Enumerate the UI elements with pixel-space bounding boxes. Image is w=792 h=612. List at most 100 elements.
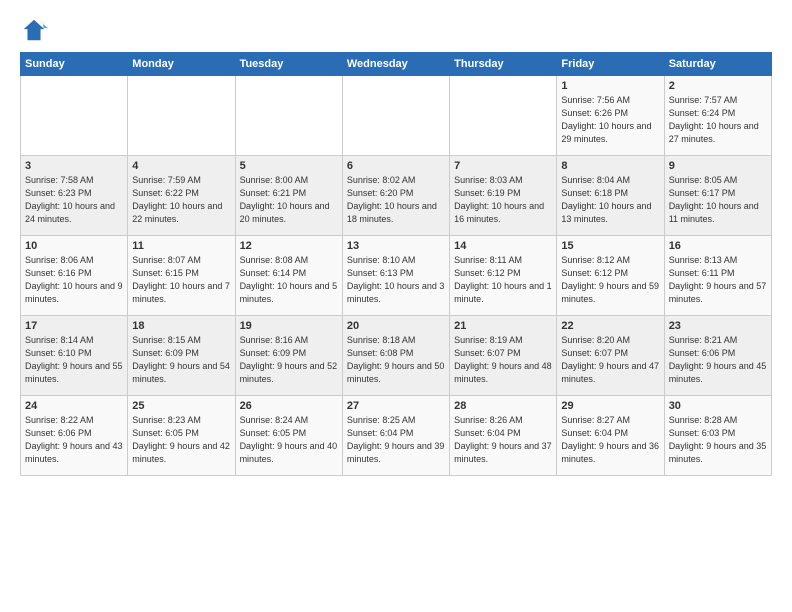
page: SundayMondayTuesdayWednesdayThursdayFrid… xyxy=(0,0,792,612)
day-number: 30 xyxy=(669,400,767,412)
calendar-cell xyxy=(450,76,557,156)
calendar-cell: 30Sunrise: 8:28 AM Sunset: 6:03 PM Dayli… xyxy=(664,396,771,476)
calendar-week: 24 Sunrise: 8:22 AM Sunset: 6:06 PM Dayli… xyxy=(21,396,772,476)
weekday-row: SundayMondayTuesdayWednesdayThursdayFrid… xyxy=(21,53,772,76)
day-number: 13 xyxy=(347,240,445,252)
calendar-cell: 14 Sunrise: 8:11 AM Sunset: 6:12 PM Dayli… xyxy=(450,236,557,316)
day-number: 19 xyxy=(240,320,338,332)
day-detail: Sunrise: 8:25 AM Sunset: 6:04 PM Dayligh… xyxy=(347,414,445,466)
day-detail: Sunrise: 8:05 AM Sunset: 6:17 PM Dayligh… xyxy=(669,174,767,226)
day-number: 15 xyxy=(561,240,659,252)
day-detail: Sunrise: 8:18 AM Sunset: 6:08 PM Dayligh… xyxy=(347,334,445,386)
day-detail: Sunrise: 8:11 AM Sunset: 6:12 PM Dayligh… xyxy=(454,254,552,306)
calendar-cell xyxy=(128,76,235,156)
calendar-cell: 25 Sunrise: 8:23 AM Sunset: 6:05 PM Dayli… xyxy=(128,396,235,476)
calendar-cell: 22Sunrise: 8:20 AM Sunset: 6:07 PM Dayli… xyxy=(557,316,664,396)
day-number: 28 xyxy=(454,400,552,412)
calendar-cell: 4 Sunrise: 7:59 AM Sunset: 6:22 PM Daylig… xyxy=(128,156,235,236)
weekday-header: Friday xyxy=(557,53,664,76)
day-detail: Sunrise: 8:24 AM Sunset: 6:05 PM Dayligh… xyxy=(240,414,338,466)
day-detail: Sunrise: 8:02 AM Sunset: 6:20 PM Dayligh… xyxy=(347,174,445,226)
calendar-cell: 29Sunrise: 8:27 AM Sunset: 6:04 PM Dayli… xyxy=(557,396,664,476)
day-detail: Sunrise: 8:21 AM Sunset: 6:06 PM Dayligh… xyxy=(669,334,767,386)
day-detail: Sunrise: 8:12 AM Sunset: 6:12 PM Dayligh… xyxy=(561,254,659,306)
weekday-header: Thursday xyxy=(450,53,557,76)
weekday-header: Sunday xyxy=(21,53,128,76)
calendar-cell: 27Sunrise: 8:25 AM Sunset: 6:04 PM Dayli… xyxy=(342,396,449,476)
calendar-cell: 9 Sunrise: 8:05 AM Sunset: 6:17 PM Daylig… xyxy=(664,156,771,236)
calendar-cell: 8 Sunrise: 8:04 AM Sunset: 6:18 PM Daylig… xyxy=(557,156,664,236)
day-number: 29 xyxy=(561,400,659,412)
calendar-cell: 2Sunrise: 7:57 AM Sunset: 6:24 PM Daylig… xyxy=(664,76,771,156)
day-number: 22 xyxy=(561,320,659,332)
day-number: 9 xyxy=(669,160,767,172)
day-detail: Sunrise: 8:04 AM Sunset: 6:18 PM Dayligh… xyxy=(561,174,659,226)
calendar-cell: 19 Sunrise: 8:16 AM Sunset: 6:09 PM Dayli… xyxy=(235,316,342,396)
day-number: 6 xyxy=(347,160,445,172)
day-detail: Sunrise: 8:08 AM Sunset: 6:14 PM Dayligh… xyxy=(240,254,338,306)
weekday-header: Wednesday xyxy=(342,53,449,76)
day-detail: Sunrise: 8:22 AM Sunset: 6:06 PM Dayligh… xyxy=(25,414,123,466)
day-detail: Sunrise: 8:19 AM Sunset: 6:07 PM Dayligh… xyxy=(454,334,552,386)
calendar-week: 10 Sunrise: 8:06 AM Sunset: 6:16 PM Dayli… xyxy=(21,236,772,316)
day-detail: Sunrise: 8:13 AM Sunset: 6:11 PM Dayligh… xyxy=(669,254,767,306)
calendar-cell: 20 Sunrise: 8:18 AM Sunset: 6:08 PM Dayli… xyxy=(342,316,449,396)
calendar-cell xyxy=(342,76,449,156)
calendar-week: 3 Sunrise: 7:58 AM Sunset: 6:23 PM Daylig… xyxy=(21,156,772,236)
calendar-cell: 13 Sunrise: 8:10 AM Sunset: 6:13 PM Dayli… xyxy=(342,236,449,316)
calendar-cell: 5 Sunrise: 8:00 AM Sunset: 6:21 PM Daylig… xyxy=(235,156,342,236)
calendar-header: SundayMondayTuesdayWednesdayThursdayFrid… xyxy=(21,53,772,76)
weekday-header: Monday xyxy=(128,53,235,76)
day-number: 4 xyxy=(132,160,230,172)
day-detail: Sunrise: 7:58 AM Sunset: 6:23 PM Dayligh… xyxy=(25,174,123,226)
day-detail: Sunrise: 8:23 AM Sunset: 6:05 PM Dayligh… xyxy=(132,414,230,466)
calendar-cell: 17 Sunrise: 8:14 AM Sunset: 6:10 PM Dayli… xyxy=(21,316,128,396)
day-detail: Sunrise: 7:59 AM Sunset: 6:22 PM Dayligh… xyxy=(132,174,230,226)
calendar-cell: 3 Sunrise: 7:58 AM Sunset: 6:23 PM Daylig… xyxy=(21,156,128,236)
day-number: 3 xyxy=(25,160,123,172)
calendar-cell: 18Sunrise: 8:15 AM Sunset: 6:09 PM Dayli… xyxy=(128,316,235,396)
calendar-cell: 1 Sunrise: 7:56 AM Sunset: 6:26 PM Daylig… xyxy=(557,76,664,156)
calendar-cell: 24 Sunrise: 8:22 AM Sunset: 6:06 PM Dayli… xyxy=(21,396,128,476)
calendar-cell: 28 Sunrise: 8:26 AM Sunset: 6:04 PM Dayli… xyxy=(450,396,557,476)
day-number: 12 xyxy=(240,240,338,252)
calendar-cell xyxy=(21,76,128,156)
calendar: SundayMondayTuesdayWednesdayThursdayFrid… xyxy=(20,52,772,476)
logo-icon xyxy=(20,16,48,44)
day-number: 25 xyxy=(132,400,230,412)
day-number: 8 xyxy=(561,160,659,172)
day-number: 23 xyxy=(669,320,767,332)
calendar-cell: 23 Sunrise: 8:21 AM Sunset: 6:06 PM Dayli… xyxy=(664,316,771,396)
calendar-cell xyxy=(235,76,342,156)
day-number: 7 xyxy=(454,160,552,172)
day-detail: Sunrise: 8:03 AM Sunset: 6:19 PM Dayligh… xyxy=(454,174,552,226)
day-number: 14 xyxy=(454,240,552,252)
day-number: 17 xyxy=(25,320,123,332)
logo xyxy=(20,16,52,44)
calendar-cell: 10 Sunrise: 8:06 AM Sunset: 6:16 PM Dayli… xyxy=(21,236,128,316)
day-number: 10 xyxy=(25,240,123,252)
day-detail: Sunrise: 8:26 AM Sunset: 6:04 PM Dayligh… xyxy=(454,414,552,466)
calendar-cell: 6 Sunrise: 8:02 AM Sunset: 6:20 PM Daylig… xyxy=(342,156,449,236)
calendar-cell: 21 Sunrise: 8:19 AM Sunset: 6:07 PM Dayli… xyxy=(450,316,557,396)
day-detail: Sunrise: 8:06 AM Sunset: 6:16 PM Dayligh… xyxy=(25,254,123,306)
calendar-cell: 11Sunrise: 8:07 AM Sunset: 6:15 PM Dayli… xyxy=(128,236,235,316)
day-detail: Sunrise: 7:57 AM Sunset: 6:24 PM Dayligh… xyxy=(669,94,767,146)
day-number: 20 xyxy=(347,320,445,332)
day-detail: Sunrise: 8:14 AM Sunset: 6:10 PM Dayligh… xyxy=(25,334,123,386)
calendar-cell: 16Sunrise: 8:13 AM Sunset: 6:11 PM Dayli… xyxy=(664,236,771,316)
day-number: 26 xyxy=(240,400,338,412)
calendar-week: 1 Sunrise: 7:56 AM Sunset: 6:26 PM Daylig… xyxy=(21,76,772,156)
day-detail: Sunrise: 8:10 AM Sunset: 6:13 PM Dayligh… xyxy=(347,254,445,306)
day-number: 5 xyxy=(240,160,338,172)
day-number: 21 xyxy=(454,320,552,332)
weekday-header: Tuesday xyxy=(235,53,342,76)
day-detail: Sunrise: 8:16 AM Sunset: 6:09 PM Dayligh… xyxy=(240,334,338,386)
calendar-week: 17 Sunrise: 8:14 AM Sunset: 6:10 PM Dayli… xyxy=(21,316,772,396)
day-detail: Sunrise: 8:00 AM Sunset: 6:21 PM Dayligh… xyxy=(240,174,338,226)
day-number: 1 xyxy=(561,80,659,92)
day-number: 11 xyxy=(132,240,230,252)
day-number: 24 xyxy=(25,400,123,412)
day-detail: Sunrise: 8:15 AM Sunset: 6:09 PM Dayligh… xyxy=(132,334,230,386)
day-detail: Sunrise: 7:56 AM Sunset: 6:26 PM Dayligh… xyxy=(561,94,659,146)
